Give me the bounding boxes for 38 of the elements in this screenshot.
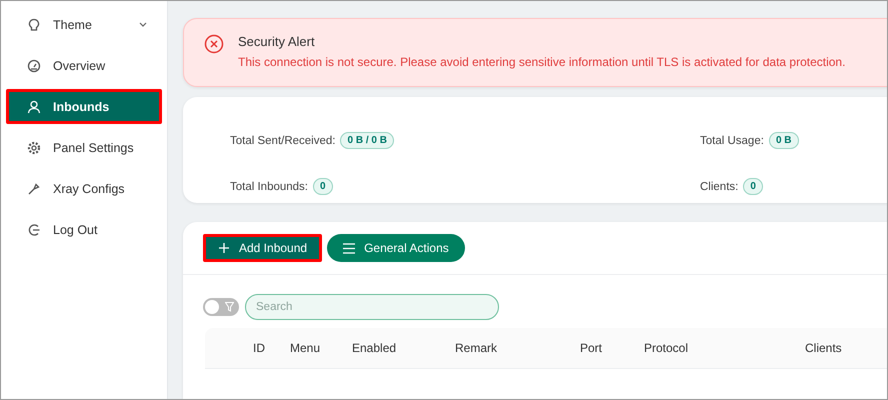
action-button[interactable]: General Actions [327, 234, 465, 262]
filter-icon [225, 302, 234, 312]
gauge-icon [27, 58, 41, 72]
gear-icon [27, 140, 41, 154]
column-header: Remark [455, 341, 498, 355]
bulb-icon [27, 18, 41, 32]
plus-icon [218, 242, 230, 254]
column-header: Protocol [644, 341, 690, 355]
column-header: Port [580, 341, 604, 355]
menu-icon [343, 242, 356, 254]
user-icon [27, 100, 41, 114]
stat-value: 0 [313, 178, 333, 195]
stat-label: Total Inbounds: [230, 180, 308, 192]
column-header: ID [253, 341, 266, 355]
sidebar-item[interactable]: Panel Settings [6, 130, 162, 165]
sidebar-item[interactable]: Theme [6, 7, 162, 42]
search-field[interactable]: Search [245, 294, 499, 320]
filter-toggle[interactable] [203, 298, 239, 316]
sidebar-item[interactable]: Overview [6, 48, 162, 83]
stat-label: Clients: [700, 180, 738, 192]
stat-label: Total Usage: [700, 134, 764, 146]
stat-value: 0 B [768, 132, 798, 149]
wrench-icon [27, 182, 41, 196]
action-button[interactable]: Add Inbound [203, 234, 322, 262]
chevron-icon [139, 22, 147, 27]
column-header: Menu [290, 341, 322, 355]
sidebar-item[interactable]: Inbounds [6, 89, 162, 124]
logout-icon [27, 222, 41, 236]
sidebar-item[interactable]: Xray Configs [6, 171, 162, 206]
stat-value: 0 [743, 178, 763, 195]
column-header: Enabled [352, 341, 398, 355]
sidebar-item[interactable]: Log Out [6, 212, 162, 247]
stat-value: 0 B / 0 B [340, 132, 394, 149]
alert-message: This connection is not secure. Please avoid entering sensitive information until TLS is activated for data protection. [238, 55, 846, 69]
stat-label: Total Sent/Received: [230, 134, 336, 146]
column-header: Clients [805, 341, 843, 355]
error-icon [204, 34, 224, 54]
alert-title: Security Alert [238, 34, 316, 49]
